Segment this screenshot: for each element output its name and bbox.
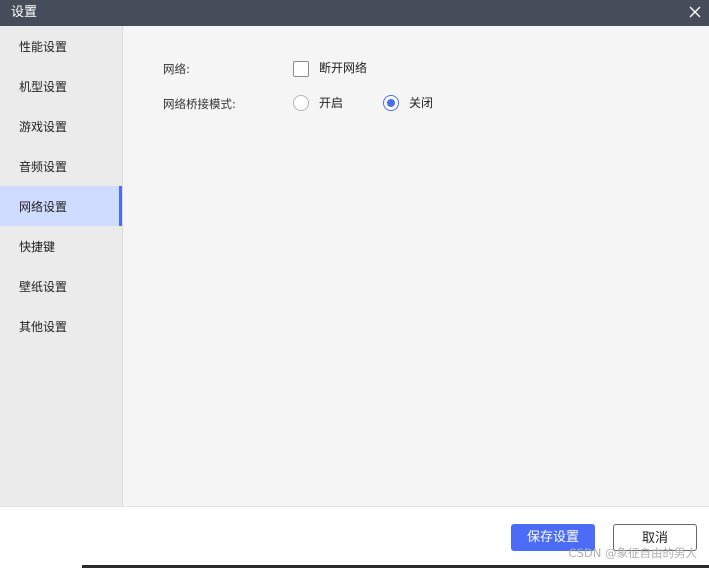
bridge-off-label[interactable]: 关闭 xyxy=(409,95,433,112)
network-settings-panel: 网络: 断开网络 网络桥接模式: 开启 关闭 xyxy=(123,26,709,506)
bridge-mode-label: 网络桥接模式: xyxy=(163,97,236,111)
disconnect-network-label[interactable]: 断开网络 xyxy=(319,60,367,77)
radio-checked[interactable] xyxy=(383,95,399,111)
settings-window: 设置 性能设置 机型设置 游戏设置 音频设置 网络设置 快捷键 壁纸设置 其他设… xyxy=(0,0,709,568)
sidebar: 性能设置 机型设置 游戏设置 音频设置 网络设置 快捷键 壁纸设置 其他设置 xyxy=(0,26,123,506)
title-bar[interactable]: 设置 xyxy=(0,0,709,26)
sidebar-item-shortcuts[interactable]: 快捷键 xyxy=(0,226,122,266)
sidebar-item-game[interactable]: 游戏设置 xyxy=(0,106,122,146)
sidebar-item-other[interactable]: 其他设置 xyxy=(0,306,122,346)
network-label: 网络: xyxy=(163,62,190,76)
sidebar-item-network[interactable]: 网络设置 xyxy=(0,186,122,226)
sidebar-item-performance[interactable]: 性能设置 xyxy=(0,26,122,66)
checkbox-box[interactable] xyxy=(293,61,309,77)
close-icon[interactable] xyxy=(685,2,705,22)
sidebar-item-audio[interactable]: 音频设置 xyxy=(0,146,122,186)
sidebar-item-device-model[interactable]: 机型设置 xyxy=(0,66,122,106)
window-title: 设置 xyxy=(11,5,38,20)
sidebar-item-wallpaper[interactable]: 壁纸设置 xyxy=(0,266,122,306)
bridge-on-label[interactable]: 开启 xyxy=(319,95,343,112)
watermark: CSDN @象征自由的男人 xyxy=(568,546,697,560)
radio-unchecked[interactable] xyxy=(293,95,309,111)
